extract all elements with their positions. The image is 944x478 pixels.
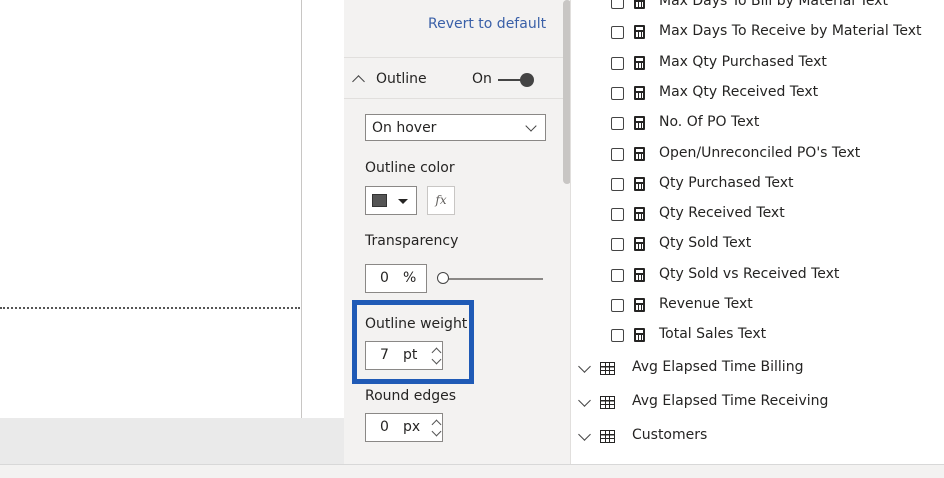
dropdown-value: On hover	[372, 120, 437, 136]
calculator-icon	[634, 298, 645, 312]
field-checkbox[interactable]	[611, 238, 624, 252]
field-label: Max Days To Bill by Material Text	[659, 0, 888, 9]
chevron-up-icon	[352, 75, 365, 88]
conditional-format-fx-button[interactable]: fx	[427, 186, 455, 215]
field-label: Qty Sold Text	[659, 235, 752, 252]
field-checkbox[interactable]	[611, 0, 624, 9]
calculator-icon	[634, 176, 645, 191]
field-label: Max Days To Receive by Material Text	[659, 23, 922, 40]
table-label: Customers	[632, 427, 708, 443]
field-label: Open/Unreconciled PO's Text	[659, 144, 861, 161]
outline-weight-unit: pt	[403, 347, 418, 363]
outline-mode-dropdown[interactable]: On hover	[365, 114, 546, 141]
round-edges-label: Round edges	[365, 388, 457, 404]
field-checkbox[interactable]	[611, 26, 624, 40]
table-label: Avg Elapsed Time Billing	[632, 359, 804, 375]
field-label: Qty Purchased Text	[659, 174, 794, 191]
field-checkbox[interactable]	[611, 147, 624, 161]
round-edges-unit: px	[403, 419, 421, 435]
table-icon	[600, 362, 615, 375]
table-label: Avg Elapsed Time Receiving	[632, 393, 829, 409]
field-checkbox[interactable]	[611, 329, 624, 343]
field-label: Total Sales Text	[659, 326, 767, 343]
calculator-icon	[634, 267, 645, 282]
transparency-slider-track[interactable]	[443, 278, 543, 280]
calculator-icon	[634, 0, 645, 9]
outline-section-header[interactable]: Outline On	[344, 62, 563, 98]
outline-color-label: Outline color	[365, 160, 455, 176]
calculator-icon	[634, 25, 645, 40]
spin-down-icon[interactable]	[431, 426, 442, 437]
calculator-icon	[634, 85, 645, 100]
spin-down-icon[interactable]	[431, 354, 442, 365]
transparency-input[interactable]: 0 %	[365, 264, 427, 293]
field-checkbox[interactable]	[611, 86, 624, 100]
calculator-icon	[634, 146, 645, 161]
canvas-dotted-guide	[0, 307, 300, 309]
revert-to-default-link[interactable]: Revert to default	[428, 16, 546, 32]
calculator-icon	[634, 328, 645, 343]
table-icon	[600, 396, 615, 409]
status-bar	[0, 464, 944, 478]
calculator-icon	[634, 237, 645, 252]
field-label: Qty Sold vs Received Text	[659, 265, 840, 282]
field-label: Qty Received Text	[659, 205, 785, 222]
round-edges-value: 0	[380, 419, 389, 435]
calculator-icon	[634, 55, 645, 70]
section-divider	[344, 57, 563, 58]
canvas-footer	[0, 418, 344, 464]
report-canvas[interactable]	[0, 0, 302, 418]
round-edges-input[interactable]: 0 px	[365, 413, 443, 442]
calculator-icon	[634, 207, 645, 222]
toggle-knob	[520, 73, 534, 87]
outline-toggle[interactable]	[496, 72, 536, 88]
toggle-state-label: On	[472, 71, 492, 87]
outline-color-picker[interactable]	[365, 186, 417, 215]
field-label: Revenue Text	[659, 296, 753, 312]
field-label: Max Qty Purchased Text	[659, 53, 827, 70]
field-label: Max Qty Received Text	[659, 83, 819, 100]
field-checkbox[interactable]	[611, 268, 624, 282]
field-checkbox[interactable]	[611, 56, 624, 70]
field-checkbox[interactable]	[611, 177, 624, 191]
field-checkbox[interactable]	[611, 299, 624, 312]
color-swatch	[372, 194, 387, 207]
calculator-icon	[634, 116, 645, 131]
transparency-label: Transparency	[365, 233, 459, 249]
field-checkbox[interactable]	[611, 208, 624, 222]
outline-header-label: Outline	[376, 71, 427, 87]
outline-weight-input[interactable]: 7 pt	[365, 341, 443, 370]
section-divider	[344, 98, 563, 99]
transparency-value: 0	[380, 270, 389, 286]
chevron-down-icon	[525, 120, 537, 132]
caret-down-icon	[398, 199, 408, 204]
outline-weight-value: 7	[380, 347, 389, 363]
field-checkbox[interactable]	[611, 117, 624, 131]
field-label: No. Of PO Text	[659, 114, 760, 131]
outline-weight-label: Outline weight	[365, 316, 468, 332]
transparency-unit: %	[403, 270, 417, 286]
transparency-slider-thumb[interactable]	[437, 272, 449, 284]
table-icon	[600, 430, 615, 443]
